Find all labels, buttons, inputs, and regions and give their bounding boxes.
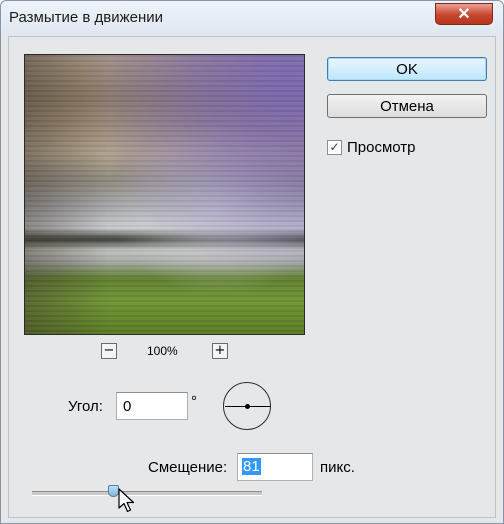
cancel-button[interactable]: Отмена <box>327 94 487 118</box>
offset-value-selected: 81 <box>242 458 261 475</box>
angle-unit: ° <box>191 393 197 410</box>
ok-button[interactable]: OK <box>327 57 487 81</box>
title-bar[interactable]: Размытие в движении ✕ <box>1 1 503 35</box>
close-button[interactable]: ✕ <box>435 3 493 25</box>
zoom-in-button[interactable]: + <box>212 343 228 359</box>
angle-label: Угол: <box>68 398 103 415</box>
offset-input[interactable]: 81 <box>237 453 313 481</box>
close-icon: ✕ <box>457 6 471 23</box>
preview-checkbox-label[interactable]: Просмотр <box>347 139 416 156</box>
dialog-title: Размытие в движении <box>9 9 164 26</box>
angle-input[interactable] <box>116 392 188 420</box>
zoom-out-button[interactable]: − <box>101 343 117 359</box>
mouse-pointer-icon <box>118 488 135 513</box>
zoom-level: 100% <box>147 344 178 358</box>
preview-image[interactable] <box>24 54 305 335</box>
offset-unit: пикс. <box>320 459 355 476</box>
offset-slider-track[interactable] <box>32 491 262 496</box>
offset-label: Смещение: <box>148 459 228 476</box>
angle-dial-center <box>245 404 250 409</box>
motion-blur-dialog: Размытие в движении ✕ − 100% + OK Отмена… <box>0 0 504 524</box>
angle-dial-indicator <box>248 406 271 407</box>
angle-dial[interactable] <box>223 382 271 430</box>
preview-checkbox[interactable]: ✓ <box>327 140 342 155</box>
